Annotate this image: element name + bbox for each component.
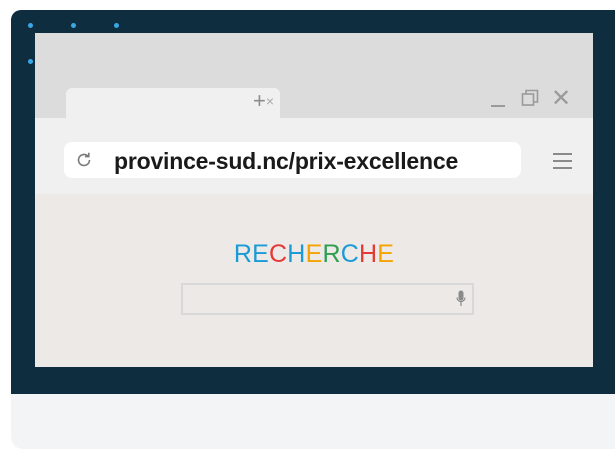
url-text[interactable]: province-sud.nc/prix-excellence: [114, 148, 458, 175]
logo-letter: E: [377, 240, 395, 268]
address-bar[interactable]: province-sud.nc/prix-excellence: [64, 142, 521, 178]
decorative-dot: [114, 23, 119, 28]
browser-window: × + ✕ province-sud.nc/prix-excellence RE…: [35, 33, 593, 367]
logo-letter: R: [233, 240, 253, 268]
logo-letter: H: [287, 240, 306, 268]
decorative-dot: [28, 23, 33, 28]
minimize-button[interactable]: [491, 105, 505, 107]
reload-icon[interactable]: [75, 151, 93, 169]
logo-letter: C: [269, 240, 288, 268]
browser-tab[interactable]: ×: [66, 88, 280, 120]
page-content: RECHERCHE: [35, 194, 593, 367]
new-tab-button[interactable]: +: [253, 90, 266, 112]
search-input[interactable]: [181, 283, 474, 315]
decorative-dot: [71, 23, 76, 28]
tab-strip: × + ✕: [35, 33, 593, 120]
logo-letter: E: [252, 240, 270, 268]
menu-icon[interactable]: [553, 153, 572, 169]
logo-letter: H: [358, 240, 378, 268]
search-logo: RECHERCHE: [35, 240, 593, 269]
tab-close-icon[interactable]: ×: [266, 94, 274, 108]
logo-letter: E: [305, 240, 323, 268]
restore-icon[interactable]: [521, 89, 539, 107]
close-window-button[interactable]: ✕: [551, 87, 571, 111]
logo-letter: R: [322, 240, 341, 268]
decorative-dot: [28, 59, 33, 64]
laptop-base: [11, 394, 615, 449]
logo-letter: C: [340, 240, 359, 268]
browser-toolbar: province-sud.nc/prix-excellence: [35, 118, 593, 194]
microphone-icon[interactable]: [456, 290, 466, 307]
